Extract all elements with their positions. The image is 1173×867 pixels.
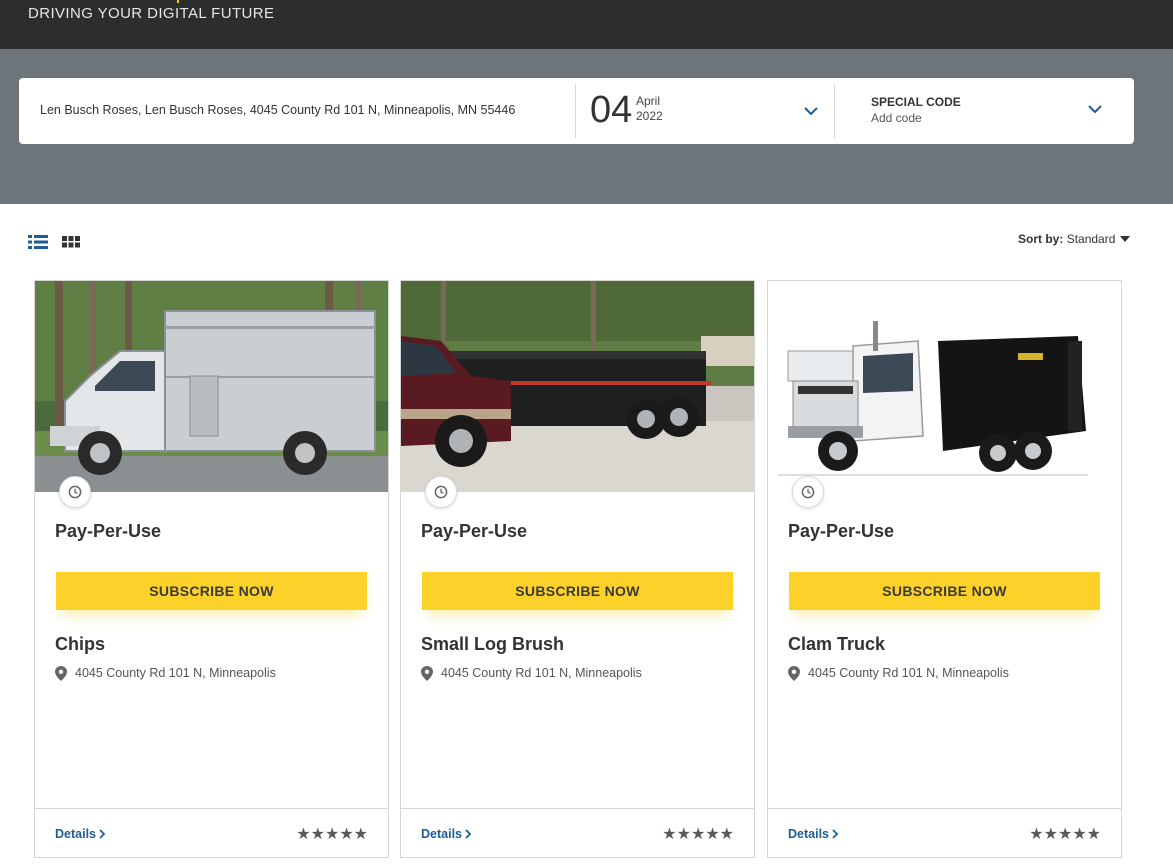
chevron-down-icon[interactable]: [802, 102, 820, 120]
date-year: 2022: [636, 109, 663, 123]
product-card: Pay-Per-Use SUBSCRIBE NOW Chips 4045 Cou…: [34, 280, 389, 858]
list-view-icon[interactable]: [28, 233, 48, 251]
product-location: 4045 County Rd 101 N, Minneapolis: [808, 666, 1009, 680]
special-code-input[interactable]: Add code: [871, 111, 922, 125]
product-image[interactable]: [35, 281, 388, 492]
product-card: Pay-Per-Use SUBSCRIBE NOW Small Log Brus…: [400, 280, 755, 858]
search-bar: Len Busch Roses, Len Busch Roses, 4045 C…: [19, 78, 1134, 144]
location-pin-icon: [421, 666, 433, 681]
top-bar: DRIVING YOUR DIGITAL FUTURE: [0, 0, 1173, 49]
search-divider: [575, 84, 576, 138]
rating-stars: ★★★★★: [296, 826, 368, 843]
details-label: Details: [421, 827, 462, 841]
subscribe-now-button[interactable]: SUBSCRIBE NOW: [56, 572, 367, 610]
rating-stars: ★★★★★: [1029, 826, 1101, 843]
search-divider: [834, 84, 835, 138]
trailer-truck-illustration: [401, 281, 754, 492]
chip-truck-illustration: [35, 281, 388, 492]
special-code-label: SPECIAL CODE: [871, 95, 961, 109]
rolloff-truck-illustration: [768, 281, 1121, 492]
plan-title: Pay-Per-Use: [421, 521, 528, 541]
rating-stars: ★★★★★: [662, 826, 734, 843]
plan-title: Pay-Per-Use: [788, 521, 895, 541]
grid-view-icon[interactable]: [61, 233, 81, 251]
details-label: Details: [55, 827, 96, 841]
subscribe-now-button[interactable]: SUBSCRIBE NOW: [422, 572, 733, 610]
chevron-right-icon: [465, 829, 472, 839]
details-link[interactable]: Details: [421, 827, 472, 841]
details-link[interactable]: Details: [788, 827, 839, 841]
details-link[interactable]: Details: [55, 827, 106, 841]
product-location: 4045 County Rd 101 N, Minneapolis: [75, 666, 276, 680]
sort-label: Sort by:: [1018, 232, 1064, 246]
subscribe-now-button[interactable]: SUBSCRIBE NOW: [789, 572, 1100, 610]
address-field[interactable]: Len Busch Roses, Len Busch Roses, 4045 C…: [40, 103, 515, 117]
plan-title: Pay-Per-Use: [55, 521, 162, 541]
logo-accent: [177, 0, 179, 3]
chevron-right-icon: [832, 829, 839, 839]
date-month: April: [636, 94, 661, 108]
card-footer: Details ★★★★★: [35, 808, 388, 858]
clock-icon: [425, 476, 457, 508]
product-location: 4045 County Rd 101 N, Minneapolis: [441, 666, 642, 680]
caret-down-icon[interactable]: [1120, 236, 1130, 242]
clock-icon: [792, 476, 824, 508]
card-footer: Details ★★★★★: [768, 808, 1121, 858]
product-image[interactable]: [401, 281, 754, 492]
sort-value: Standard: [1066, 232, 1116, 246]
product-image[interactable]: [768, 281, 1121, 492]
chevron-right-icon: [99, 829, 106, 839]
product-name[interactable]: Clam Truck: [788, 634, 885, 655]
product-name[interactable]: Chips: [55, 634, 105, 655]
location-pin-icon: [55, 666, 67, 681]
brand-tagline: DRIVING YOUR DIGITAL FUTURE: [28, 5, 275, 22]
sort-dropdown[interactable]: Sort by: Standard: [1018, 232, 1115, 246]
card-footer: Details ★★★★★: [401, 808, 754, 858]
details-label: Details: [788, 827, 829, 841]
location-pin-icon: [788, 666, 800, 681]
date-day[interactable]: 04: [590, 88, 632, 132]
product-card: Pay-Per-Use SUBSCRIBE NOW Clam Truck 404…: [767, 280, 1122, 858]
chevron-down-icon[interactable]: [1086, 100, 1104, 118]
product-name[interactable]: Small Log Brush: [421, 634, 564, 655]
clock-icon: [59, 476, 91, 508]
